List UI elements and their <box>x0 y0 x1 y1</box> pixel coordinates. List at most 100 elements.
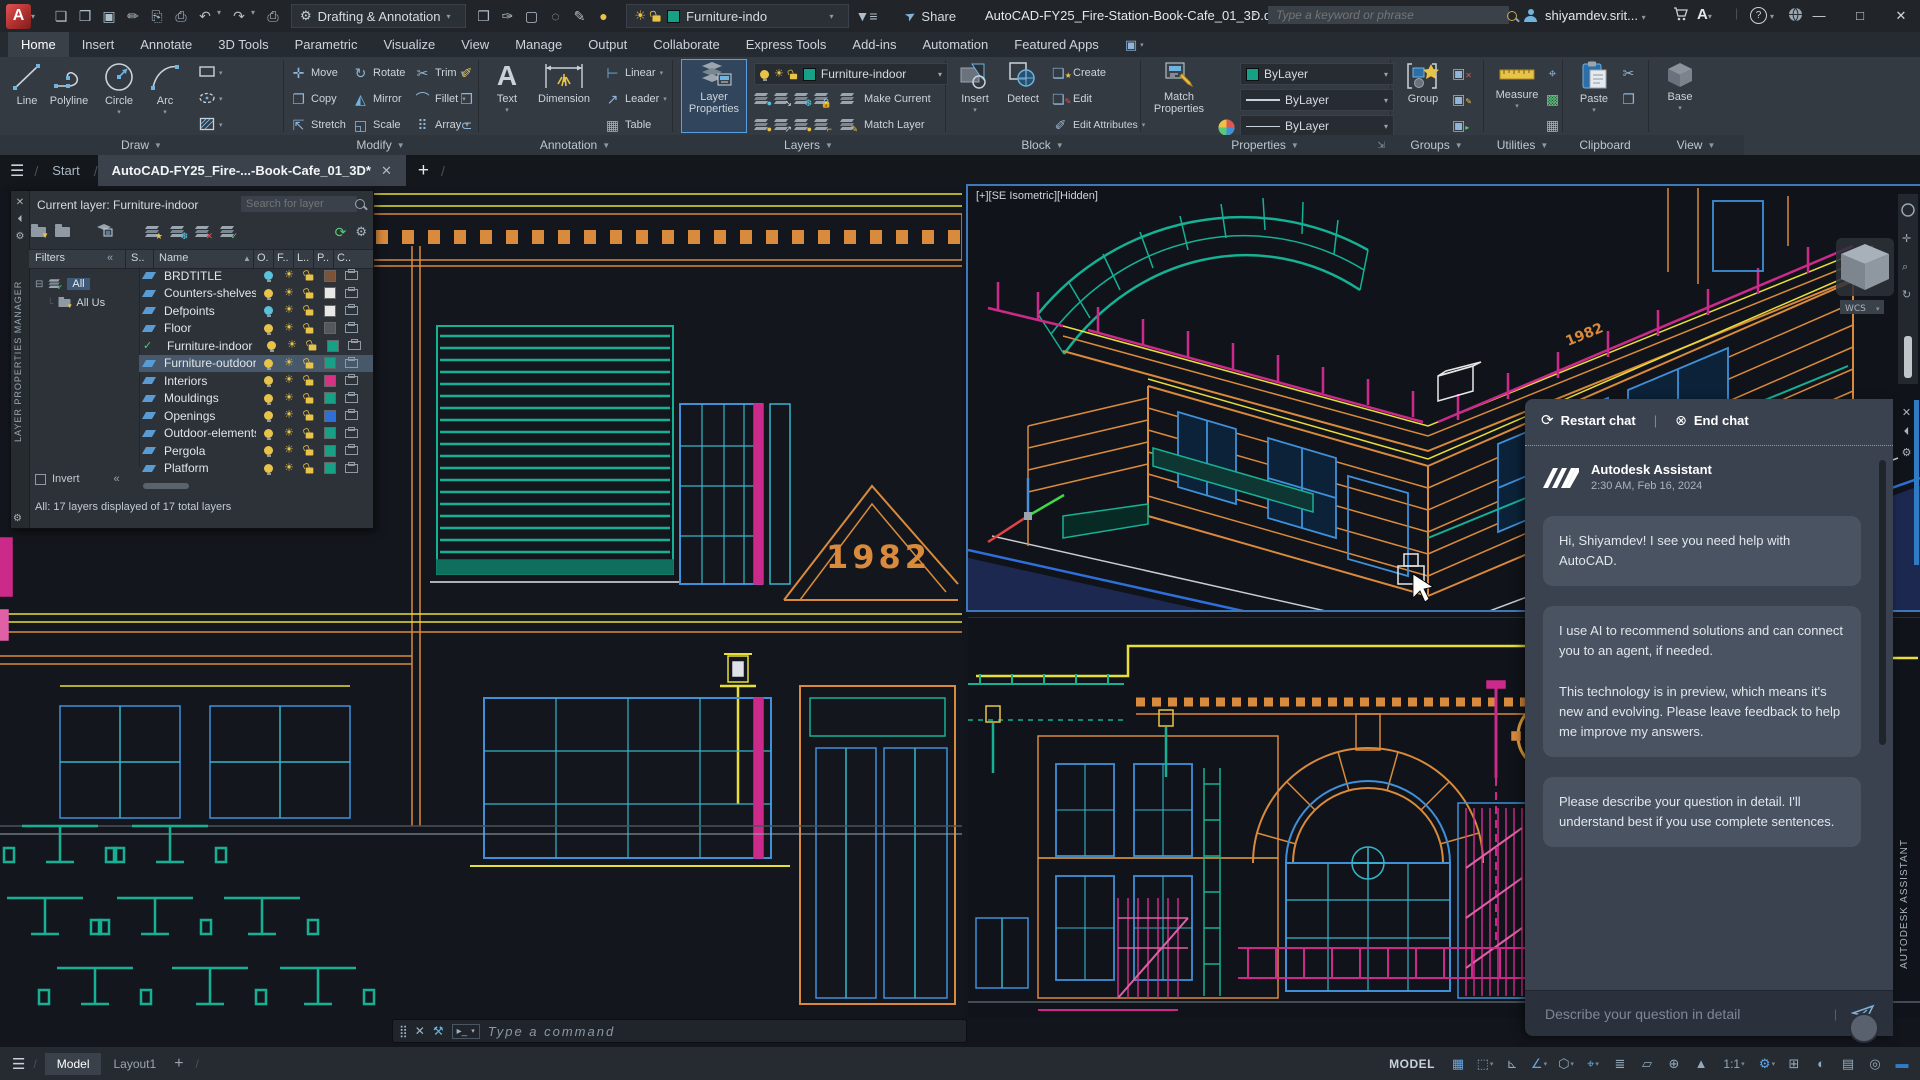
end-chat-button[interactable]: ⊗ End chat <box>1675 412 1749 429</box>
layer-freeze-sun-icon[interactable]: ☀ <box>284 392 294 404</box>
panel-label-layers[interactable]: Layers ▼ <box>672 135 945 155</box>
ribbon-tab-insert[interactable]: Insert <box>69 32 128 57</box>
drag-handle-icon[interactable]: ⣿ <box>399 1024 408 1038</box>
ribbon-tab-parametric[interactable]: Parametric <box>282 32 371 57</box>
panel-label-draw[interactable]: Draw ▼ <box>0 135 283 155</box>
open-folder-icon[interactable]: ❒ <box>73 8 97 25</box>
delete-layer-icon[interactable]: ✕ <box>194 225 213 241</box>
layer-unlock-icon[interactable] <box>305 414 314 421</box>
layer-unlock-icon[interactable] <box>308 344 317 351</box>
copy-button[interactable]: ❐ Copy <box>290 89 336 109</box>
bulb-icon[interactable]: ● <box>592 8 616 25</box>
layer-plot-icon[interactable] <box>344 444 358 456</box>
collapse-icon[interactable]: « <box>114 473 120 485</box>
group-selection-button[interactable]: ▣▸ <box>1452 115 1469 135</box>
layer-unlock-icon[interactable] <box>305 432 314 439</box>
id-point-button[interactable]: ▦ <box>1544 115 1561 135</box>
layer-search-input[interactable] <box>241 196 357 212</box>
match-properties-button[interactable]: Match Properties <box>1146 60 1212 132</box>
help-search-input[interactable] <box>1268 6 1509 24</box>
layer-on-bulb-icon[interactable] <box>264 393 273 405</box>
panel-label-properties[interactable]: Properties ▼ ⇲ <box>1140 135 1390 155</box>
close-icon[interactable]: ✕ <box>11 197 29 208</box>
offset-button[interactable]: ⊂ <box>458 115 475 135</box>
layer-on-bulb-icon[interactable] <box>264 446 273 458</box>
invert-filter[interactable]: Invert « <box>35 473 120 485</box>
layer-on-bulb-icon[interactable] <box>264 428 273 440</box>
layer-row-platform[interactable]: Platform ☀ <box>139 460 373 478</box>
layer-unlock-icon[interactable] <box>305 327 314 334</box>
object-color-dropdown[interactable]: ByLayer ▾ <box>1240 63 1394 85</box>
command-prompt-icon[interactable]: ▸_ ▾ <box>451 1023 480 1039</box>
ungroup-button[interactable]: ▣✕ <box>1452 63 1472 83</box>
doc-edit-icon[interactable]: ✎ <box>568 8 592 25</box>
layer-row-mouldings[interactable]: Mouldings ☀ <box>139 390 373 408</box>
leader-button[interactable]: ↗ Leader ▾ <box>604 89 667 109</box>
measure-button[interactable]: Measure ▾ <box>1492 60 1542 110</box>
minimize-button[interactable]: — <box>1802 8 1836 23</box>
undo-icon[interactable]: ↶ <box>193 8 217 25</box>
properties-gear-icon[interactable]: ⚙ <box>11 231 29 242</box>
panel-label-block[interactable]: Block ▼ <box>945 135 1140 155</box>
lineweight-dropdown[interactable]: ByLayer ▾ <box>1240 89 1394 111</box>
grid-display-icon[interactable]: ▦ <box>1446 1052 1470 1076</box>
redo-dropdown-icon[interactable]: ▾ <box>251 8 261 25</box>
move-button[interactable]: ✛ Move <box>290 63 338 83</box>
ribbon-overflow-icon[interactable]: ▣ ▾ <box>1112 32 1157 57</box>
start-tab[interactable]: Start <box>38 155 93 186</box>
paste-button[interactable]: Paste ▾ <box>1572 60 1616 114</box>
etransmit-icon[interactable]: ⎘ <box>145 8 169 25</box>
ribbon-tab-output[interactable]: Output <box>575 32 640 57</box>
layer-tools-row2[interactable]: ● ↗ ● ⌐ ✎ Match Layer <box>753 115 925 135</box>
detect-button[interactable]: Detect <box>1000 60 1046 105</box>
layer-properties-button[interactable]: Layer Properties <box>681 59 747 133</box>
redo-icon[interactable]: ↷ <box>227 8 251 25</box>
layer-plot-icon[interactable] <box>344 356 358 368</box>
layer-on-bulb-icon[interactable] <box>264 358 273 370</box>
layer-row-furniture-indoor[interactable]: ✓ Furniture-indoor ☀ <box>139 337 373 355</box>
ellipse-tool[interactable]: ▾ <box>198 89 223 109</box>
line-button[interactable]: Line <box>4 60 50 107</box>
layer-row-pergola[interactable]: Pergola ☀ <box>139 442 373 460</box>
invert-checkbox[interactable] <box>35 473 46 485</box>
new-layer-icon[interactable]: ★ <box>144 225 163 241</box>
new-tab-button[interactable]: + <box>406 155 441 186</box>
customization-icon[interactable]: ▬ <box>1890 1052 1914 1076</box>
sheet-set-icon[interactable]: ❐ <box>472 8 496 25</box>
layer-unlock-icon[interactable] <box>305 309 314 316</box>
autocad-logo[interactable]: A <box>6 3 31 29</box>
layer-plot-icon[interactable] <box>344 304 358 316</box>
layer-freeze-sun-icon[interactable]: ☀ <box>284 270 294 281</box>
snap-mode-icon[interactable]: ⬚ ▾ <box>1473 1052 1497 1076</box>
layer-states-icon[interactable] <box>96 223 113 241</box>
ribbon-tab-add-ins[interactable]: Add-ins <box>839 32 909 57</box>
ribbon-tab-featured-apps[interactable]: Featured Apps <box>1001 32 1112 57</box>
layer-plot-icon[interactable] <box>344 409 358 421</box>
ribbon-tab-view[interactable]: View <box>448 32 502 57</box>
panel-label-utilities[interactable]: Utilities ▼ <box>1483 135 1562 155</box>
scale-button[interactable]: ◱ Scale <box>352 115 401 135</box>
polar-tracking-icon[interactable]: ∠ ▾ <box>1527 1052 1551 1076</box>
layer-freeze-sun-icon[interactable]: ☀ <box>287 340 297 351</box>
layer-on-bulb-icon[interactable] <box>264 271 273 283</box>
layer-row-furniture-outdoor[interactable]: Furniture-outdoor ☀ <box>139 354 373 372</box>
set-current-layer-icon[interactable]: ✓ <box>219 225 238 241</box>
layer-freeze-sun-icon[interactable]: ☀ <box>284 427 294 439</box>
annotation-monitor-icon[interactable]: ⊞ <box>1782 1052 1806 1076</box>
chevron-down-icon[interactable]: ▾ <box>1770 12 1780 21</box>
stretch-button[interactable]: ⇱ Stretch <box>290 115 346 135</box>
layer-color-swatch[interactable] <box>323 304 336 317</box>
arc-button[interactable]: Arc ▾ <box>142 60 188 116</box>
quick-calc-button[interactable]: ▩ <box>1544 89 1561 109</box>
new-layer-vp-frozen-icon[interactable]: ❆ <box>169 225 188 241</box>
quick-layer-control[interactable]: ☀ Furniture-indo ▾ <box>625 4 849 28</box>
layer-freeze-sun-icon[interactable]: ☀ <box>284 305 294 316</box>
layer-color-swatch[interactable] <box>323 357 336 370</box>
group-button[interactable]: Group <box>1400 60 1446 105</box>
copy-clip-button[interactable]: ❐ <box>1620 89 1637 109</box>
layer-color-swatch[interactable] <box>323 287 336 300</box>
layer-flyout-icon[interactable]: ▼≡ <box>855 8 879 24</box>
mirror-button[interactable]: ◭ Mirror <box>352 89 402 109</box>
circle-button[interactable]: Circle ▾ <box>96 60 142 116</box>
layer-freeze-sun-icon[interactable]: ☀ <box>284 410 294 421</box>
